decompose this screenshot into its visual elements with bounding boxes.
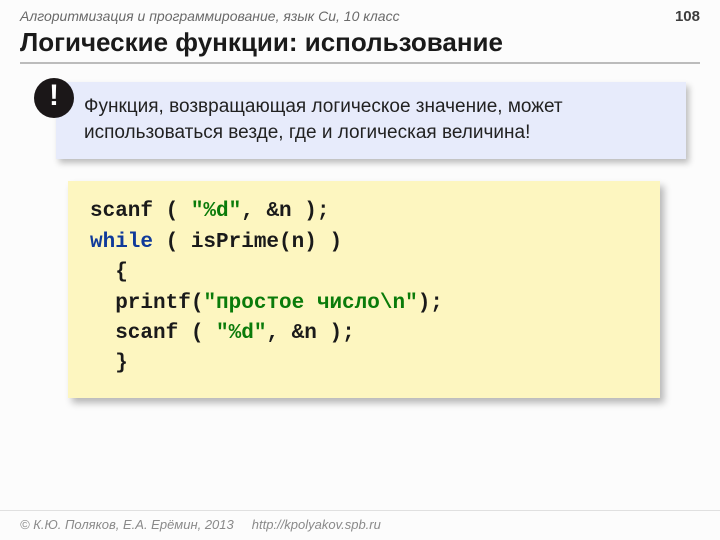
course-label: Алгоритмизация и программирование, язык …: [20, 8, 400, 24]
note-callout: ! Функция, возвращающая логическое значе…: [34, 82, 686, 159]
exclamation-icon: !: [34, 78, 74, 118]
page-title: Логические функции: использование: [20, 27, 700, 64]
copyright: © К.Ю. Поляков, Е.А. Ерёмин, 2013: [20, 517, 234, 532]
top-bar: Алгоритмизация и программирование, язык …: [0, 0, 720, 27]
footer: © К.Ю. Поляков, Е.А. Ерёмин, 2013 http:/…: [0, 510, 720, 532]
page-number: 108: [675, 8, 700, 25]
code-block: scanf ( "%d", &n ); while ( isPrime(n) )…: [68, 181, 660, 398]
note-text: Функция, возвращающая логическое значени…: [56, 82, 686, 159]
source-url: http://kpolyakov.spb.ru: [252, 517, 381, 532]
